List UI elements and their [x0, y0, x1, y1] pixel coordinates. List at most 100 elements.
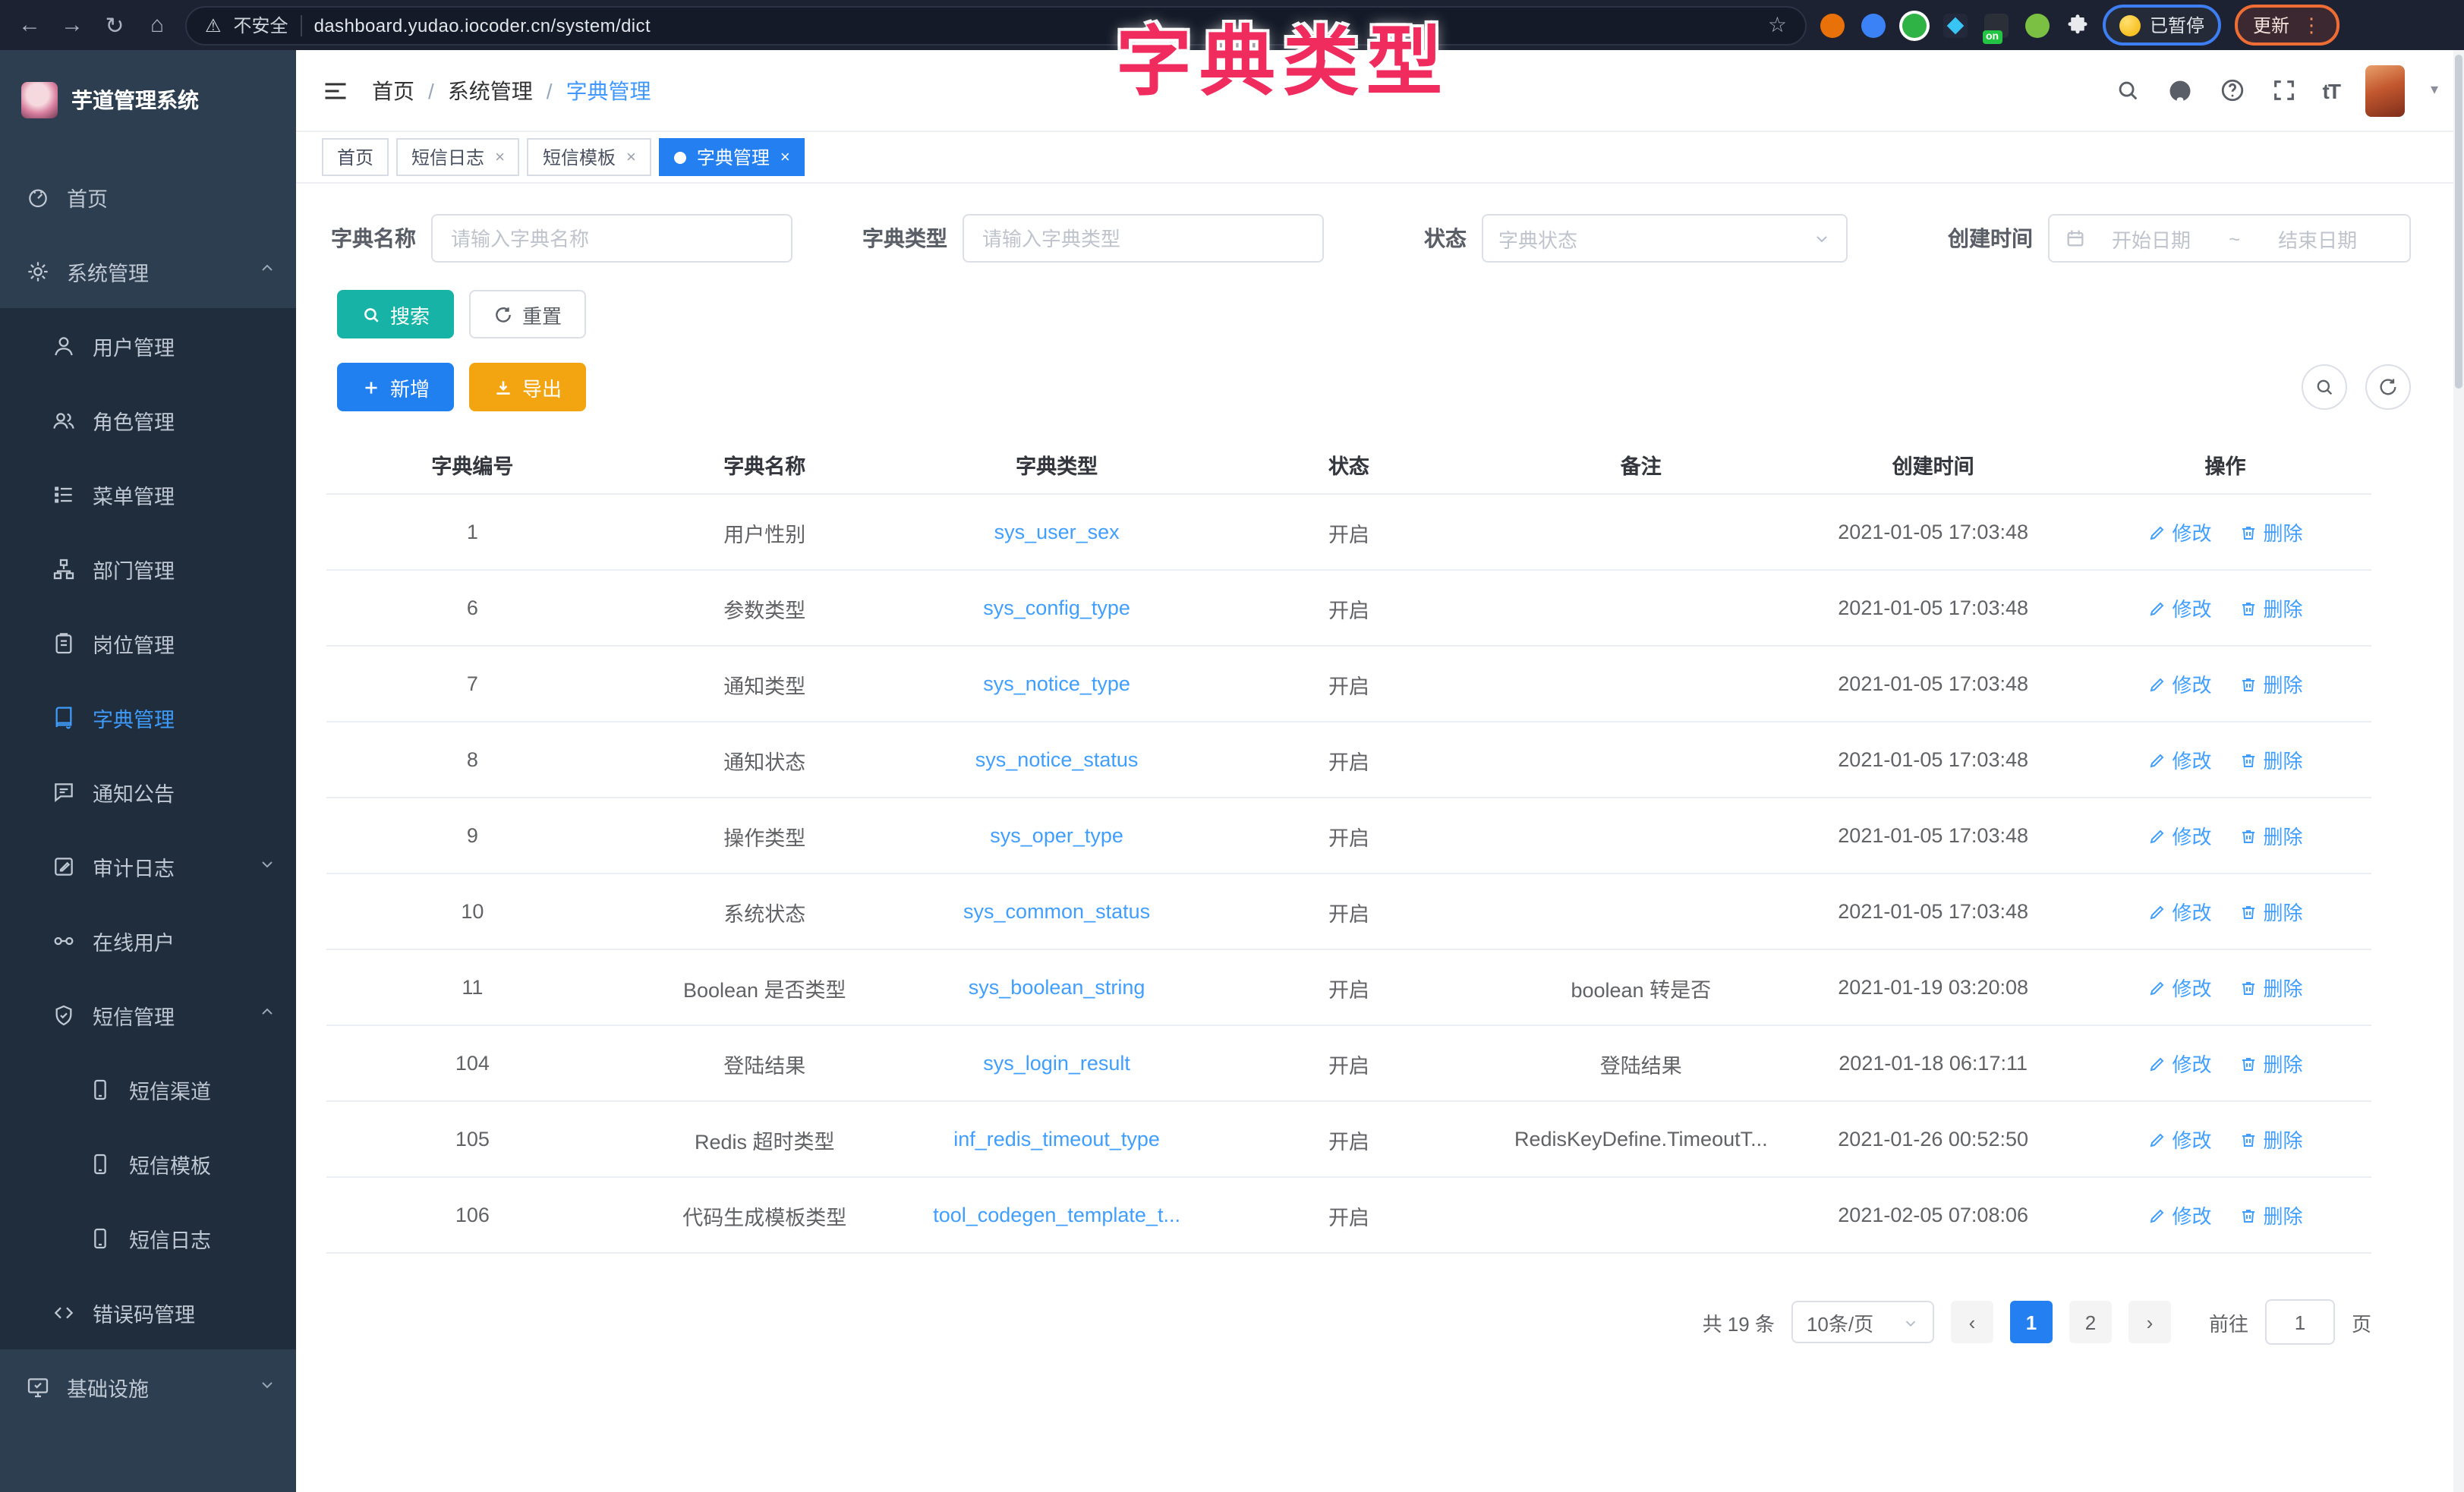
bookmark-star-icon[interactable]: ☆ [1768, 12, 1787, 38]
extension-dark-on[interactable]: on [1984, 13, 2009, 37]
delete-link[interactable]: 删除 [2239, 1125, 2303, 1154]
scrollbar-thumb[interactable] [2455, 55, 2462, 389]
extension-blue-gem[interactable] [1861, 13, 1886, 37]
edit-link[interactable]: 修改 [2148, 669, 2212, 698]
sidebar-item-dept-management[interactable]: 部门管理 [0, 531, 296, 606]
row-type[interactable]: sys_config_type [911, 570, 1203, 646]
delete-link[interactable]: 删除 [2239, 1049, 2303, 1078]
extension-teal-diamond[interactable] [1943, 13, 1968, 37]
browser-menu-icon[interactable]: ⋮ [2302, 13, 2321, 37]
help-icon[interactable] [2220, 77, 2245, 103]
font-size-icon[interactable]: tT [2323, 78, 2340, 102]
prev-page-button[interactable]: ‹ [1951, 1301, 1993, 1343]
table-refresh-icon[interactable] [2365, 364, 2411, 410]
row-type[interactable]: sys_user_sex [911, 494, 1203, 570]
update-button[interactable]: 更新 ⋮ [2235, 5, 2340, 46]
tab-短信模板[interactable]: 短信模板× [528, 138, 651, 176]
forward-icon[interactable]: → [58, 12, 87, 38]
sidebar-item-sms-log[interactable]: 短信日志 [0, 1201, 296, 1275]
logo-row[interactable]: 芋道管理系统 [0, 50, 296, 135]
tab-短信日志[interactable]: 短信日志× [396, 138, 520, 176]
avatar-dropdown-caret-icon[interactable]: ▾ [2431, 82, 2438, 99]
reset-button[interactable]: 重置 [469, 290, 586, 338]
edit-link[interactable]: 修改 [2148, 897, 2212, 926]
sidebar-item-menu-management[interactable]: 菜单管理 [0, 457, 296, 531]
row-type[interactable]: sys_oper_type [911, 798, 1203, 873]
page-size-select[interactable]: 10条/页 [1791, 1301, 1934, 1343]
edit-link[interactable]: 修改 [2148, 1125, 2212, 1154]
dict-name-input[interactable] [431, 214, 792, 263]
table-search-toggle-icon[interactable] [2302, 364, 2347, 410]
goto-page-input[interactable] [2265, 1299, 2335, 1345]
sidebar-item-online-user[interactable]: 在线用户 [0, 903, 296, 977]
sidebar-item-sms-management[interactable]: 短信管理 [0, 977, 296, 1052]
sidebar-item-notice[interactable]: 通知公告 [0, 754, 296, 829]
edit-link[interactable]: 修改 [2148, 593, 2212, 622]
hamburger-icon[interactable] [322, 77, 349, 104]
delete-link[interactable]: 删除 [2239, 745, 2303, 774]
extension-puzzle[interactable] [2066, 14, 2089, 36]
delete-link[interactable]: 删除 [2239, 821, 2303, 850]
sidebar-item-sms-template[interactable]: 短信模板 [0, 1126, 296, 1201]
extension-orange[interactable] [1820, 13, 1845, 37]
close-tab-icon[interactable]: × [495, 148, 505, 166]
extension-lime[interactable] [2025, 13, 2050, 37]
sidebar-item-home[interactable]: 首页 [0, 159, 296, 234]
reload-icon[interactable]: ↻ [100, 11, 129, 39]
tab-字典管理[interactable]: 字典管理× [659, 138, 805, 176]
breadcrumb-current[interactable]: 字典管理 [566, 75, 651, 105]
search-icon[interactable] [2115, 77, 2141, 103]
delete-link[interactable]: 删除 [2239, 1201, 2303, 1229]
delete-link[interactable]: 删除 [2239, 593, 2303, 622]
close-tab-icon[interactable]: × [626, 148, 636, 166]
row-type[interactable]: tool_codegen_template_t... [911, 1177, 1203, 1253]
sidebar-item-system-management[interactable]: 系统管理 [0, 234, 296, 308]
sidebar-item-user-management[interactable]: 用户管理 [0, 308, 296, 382]
row-type[interactable]: inf_redis_timeout_type [911, 1101, 1203, 1177]
sidebar-item-dict-management[interactable]: 字典管理 [0, 680, 296, 754]
back-icon[interactable]: ← [15, 12, 44, 38]
github-icon[interactable] [2166, 77, 2194, 104]
sidebar-item-sms-channel[interactable]: 短信渠道 [0, 1052, 296, 1126]
edit-link[interactable]: 修改 [2148, 745, 2212, 774]
address-bar[interactable]: ⚠ 不安全 dashboard.yudao.iocoder.cn/system/… [185, 5, 1807, 45]
breadcrumb-home[interactable]: 首页 [372, 75, 414, 105]
breadcrumb-system[interactable]: 系统管理 [448, 75, 533, 105]
edit-link[interactable]: 修改 [2148, 973, 2212, 1002]
row-type[interactable]: sys_notice_status [911, 722, 1203, 798]
page-button-1[interactable]: 1 [2010, 1301, 2053, 1343]
row-type[interactable]: sys_common_status [911, 873, 1203, 949]
edit-link[interactable]: 修改 [2148, 1201, 2212, 1229]
sidebar-item-role-management[interactable]: 角色管理 [0, 382, 296, 457]
sidebar-item-infrastructure[interactable]: 基础设施 [0, 1349, 296, 1424]
tab-home[interactable]: 首页 [322, 138, 389, 176]
dict-type-input[interactable] [963, 214, 1324, 263]
home-icon[interactable]: ⌂ [143, 12, 172, 38]
row-type[interactable]: sys_login_result [911, 1025, 1203, 1101]
export-button[interactable]: 导出 [469, 363, 586, 411]
edit-link[interactable]: 修改 [2148, 1049, 2212, 1078]
close-tab-icon[interactable]: × [780, 148, 790, 166]
edit-link[interactable]: 修改 [2148, 821, 2212, 850]
add-button[interactable]: 新增 [337, 363, 454, 411]
scrollbar[interactable] [2453, 50, 2464, 1492]
paused-extension-button[interactable]: 已暂停 [2103, 5, 2221, 46]
page-button-2[interactable]: 2 [2069, 1301, 2112, 1343]
delete-link[interactable]: 删除 [2239, 897, 2303, 926]
search-button[interactable]: 搜索 [337, 290, 454, 338]
date-range-picker[interactable]: 开始日期 ~ 结束日期 [2048, 214, 2411, 263]
row-type[interactable]: sys_boolean_string [911, 949, 1203, 1025]
next-page-button[interactable]: › [2128, 1301, 2171, 1343]
fullscreen-icon[interactable] [2271, 77, 2297, 103]
edit-link[interactable]: 修改 [2148, 518, 2212, 546]
delete-link[interactable]: 删除 [2239, 973, 2303, 1002]
row-type[interactable]: sys_notice_type [911, 646, 1203, 722]
sidebar-item-error-code[interactable]: 错误码管理 [0, 1275, 296, 1349]
extension-green-check[interactable] [1902, 13, 1927, 37]
delete-link[interactable]: 删除 [2239, 518, 2303, 546]
sidebar-item-audit-log[interactable]: 审计日志 [0, 829, 296, 903]
status-select[interactable]: 字典状态 [1482, 214, 1848, 263]
delete-link[interactable]: 删除 [2239, 669, 2303, 698]
user-avatar[interactable] [2365, 65, 2405, 116]
sidebar-item-post-management[interactable]: 岗位管理 [0, 606, 296, 680]
